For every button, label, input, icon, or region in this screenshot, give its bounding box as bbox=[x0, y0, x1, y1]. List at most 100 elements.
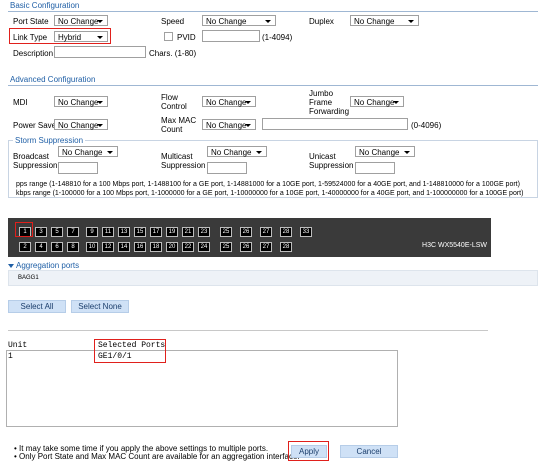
chevron-down-icon bbox=[245, 101, 251, 104]
chevron-down-icon bbox=[408, 20, 414, 23]
port-33[interactable]: 33 bbox=[300, 227, 312, 237]
device-panel: 1 3 5 7 9 11 13 15 17 19 21 23 25 26 27 28 33 2 4 6 8 10 12 14… bbox=[8, 218, 491, 257]
port-13[interactable]: 13 bbox=[118, 227, 130, 237]
unicast-input[interactable] bbox=[355, 162, 395, 174]
selection-divider bbox=[8, 330, 488, 331]
broadcast-input[interactable] bbox=[58, 162, 98, 174]
multicast-select[interactable]: No Change bbox=[207, 146, 267, 157]
pvid-checkbox[interactable] bbox=[164, 32, 173, 41]
advanced-config-title: Advanced Configuration bbox=[10, 75, 96, 84]
port-1-highlight bbox=[15, 222, 33, 237]
chevron-down-icon bbox=[404, 151, 410, 154]
port-10[interactable]: 10 bbox=[86, 242, 98, 252]
port-19[interactable]: 19 bbox=[166, 227, 178, 237]
port-8[interactable]: 8 bbox=[67, 242, 79, 252]
aggregation-list bbox=[8, 270, 538, 286]
port-27[interactable]: 27 bbox=[260, 242, 272, 252]
note-item: • Only Port State and Max MAC Count are … bbox=[14, 452, 300, 461]
port-17[interactable]: 17 bbox=[150, 227, 162, 237]
port-20[interactable]: 20 bbox=[166, 242, 178, 252]
max-mac-range: (0-4096) bbox=[411, 121, 442, 130]
speed-select[interactable]: No Change bbox=[202, 15, 276, 26]
chevron-down-icon bbox=[97, 101, 103, 104]
port-27[interactable]: 27 bbox=[260, 227, 272, 237]
port-21[interactable]: 21 bbox=[182, 227, 194, 237]
unicast-label: Unicast Suppression bbox=[309, 152, 354, 170]
port-24[interactable]: 24 bbox=[198, 242, 210, 252]
duplex-select[interactable]: No Change bbox=[350, 15, 419, 26]
port-state-label: Port State bbox=[13, 17, 49, 26]
port-9[interactable]: 9 bbox=[86, 227, 98, 237]
port-26[interactable]: 26 bbox=[240, 227, 252, 237]
select-none-button[interactable]: Select None bbox=[71, 300, 129, 313]
pvid-label: PVID bbox=[177, 33, 196, 42]
pvid-range: (1-4094) bbox=[262, 33, 293, 42]
selected-unit-value: 1 bbox=[8, 352, 13, 361]
triangle-down-icon bbox=[8, 263, 14, 268]
port-3[interactable]: 3 bbox=[35, 227, 47, 237]
port-25[interactable]: 25 bbox=[220, 227, 232, 237]
link-type-select[interactable]: Hybrid bbox=[54, 31, 108, 42]
column-unit: Unit bbox=[8, 341, 28, 350]
port-28[interactable]: 28 bbox=[280, 227, 292, 237]
chevron-down-icon bbox=[97, 20, 103, 23]
chevron-down-icon bbox=[97, 124, 103, 127]
kbps-range-text: kbps range (1-100000 for a 100 Mbps port… bbox=[16, 190, 524, 197]
mdi-select[interactable]: No Change bbox=[54, 96, 108, 107]
max-mac-label: Max MAC Count bbox=[161, 116, 197, 134]
flow-control-select[interactable]: No Change bbox=[202, 96, 256, 107]
jumbo-frame-select[interactable]: No Change bbox=[350, 96, 404, 107]
port-4[interactable]: 4 bbox=[35, 242, 47, 252]
chevron-down-icon bbox=[97, 36, 103, 39]
description-label: Description bbox=[13, 49, 54, 58]
port-22[interactable]: 22 bbox=[182, 242, 194, 252]
power-save-label: Power Save bbox=[13, 121, 57, 130]
duplex-label: Duplex bbox=[309, 17, 334, 26]
port-14[interactable]: 14 bbox=[118, 242, 130, 252]
port-23[interactable]: 23 bbox=[198, 227, 210, 237]
chevron-down-icon bbox=[393, 101, 399, 104]
port-11[interactable]: 11 bbox=[102, 227, 114, 237]
port-5[interactable]: 5 bbox=[51, 227, 63, 237]
chevron-down-icon bbox=[265, 20, 271, 23]
chevron-down-icon bbox=[107, 151, 113, 154]
port-26[interactable]: 26 bbox=[240, 242, 252, 252]
port-18[interactable]: 18 bbox=[150, 242, 162, 252]
broadcast-label: Broadcast Suppression bbox=[13, 152, 58, 170]
select-all-button[interactable]: Select All bbox=[8, 300, 66, 313]
aggregation-ports-header[interactable]: Aggregation ports bbox=[8, 261, 79, 270]
max-mac-select[interactable]: No Change bbox=[202, 119, 256, 130]
pps-range-text: pps range (1-148810 for a 100 Mbps port,… bbox=[16, 181, 520, 188]
port-12[interactable]: 12 bbox=[102, 242, 114, 252]
multicast-input[interactable] bbox=[207, 162, 247, 174]
chevron-down-icon bbox=[245, 124, 251, 127]
port-15[interactable]: 15 bbox=[134, 227, 146, 237]
aggregation-item-bagg1[interactable]: BAGG1 bbox=[18, 274, 39, 283]
port-7[interactable]: 7 bbox=[67, 227, 79, 237]
port-28[interactable]: 28 bbox=[280, 242, 292, 252]
unicast-select[interactable]: No Change bbox=[355, 146, 415, 157]
device-model: H3C WX5540E-LSW bbox=[422, 242, 487, 249]
advanced-config-divider bbox=[8, 85, 538, 86]
multicast-label: Multicast Suppression bbox=[161, 152, 206, 170]
port-state-select[interactable]: No Change bbox=[54, 15, 108, 26]
port-25[interactable]: 25 bbox=[220, 242, 232, 252]
chevron-down-icon bbox=[256, 151, 262, 154]
power-save-select[interactable]: No Change bbox=[54, 119, 108, 130]
basic-config-divider bbox=[8, 11, 538, 12]
mdi-label: MDI bbox=[13, 98, 28, 107]
selected-ports-highlight bbox=[94, 339, 166, 363]
flow-control-label: Flow Control bbox=[161, 93, 187, 111]
broadcast-select[interactable]: No Change bbox=[58, 146, 118, 157]
cancel-button[interactable]: Cancel bbox=[340, 445, 398, 458]
description-input[interactable] bbox=[54, 46, 146, 58]
jumbo-frame-label: Jumbo Frame Forwarding bbox=[309, 89, 350, 116]
pvid-input[interactable] bbox=[202, 30, 260, 42]
max-mac-input[interactable] bbox=[262, 118, 408, 130]
port-16[interactable]: 16 bbox=[134, 242, 146, 252]
description-hint: Chars. (1-80) bbox=[149, 49, 197, 58]
port-2[interactable]: 2 bbox=[19, 242, 31, 252]
selected-ports-box bbox=[6, 350, 398, 427]
speed-label: Speed bbox=[161, 17, 185, 26]
port-6[interactable]: 6 bbox=[51, 242, 63, 252]
